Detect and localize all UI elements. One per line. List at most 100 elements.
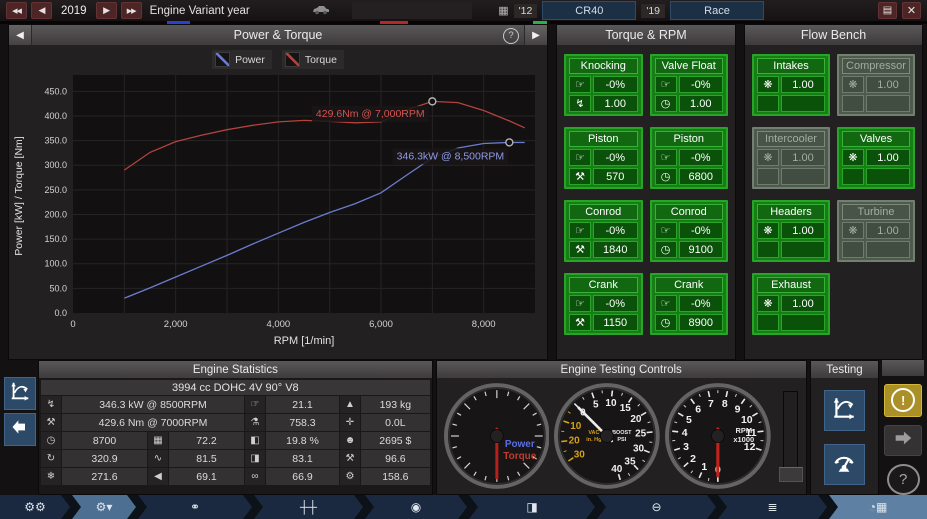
- empty-cell: [757, 168, 779, 185]
- crank-mass-card[interactable]: Crank ☞ -0% ⚒ 1150: [564, 273, 643, 335]
- fan-icon: ❋: [842, 149, 864, 166]
- legend-power-toggle[interactable]: Power: [212, 50, 272, 69]
- empty-cell: [781, 95, 825, 112]
- weight-icon: ▲: [340, 396, 360, 413]
- exhaust-card[interactable]: Exhaust ❋ 1.00: [752, 273, 830, 335]
- intakes-card[interactable]: Intakes ❋ 1.00: [752, 54, 830, 116]
- run-dyno-button[interactable]: [823, 444, 865, 485]
- table-row: ◷ 8700 ▦ 72.2 ◧ 19.8 % ☻ 2695 $: [41, 432, 430, 449]
- emissions-icon: ❄: [41, 468, 61, 485]
- rpm-limit-icon: ◷: [41, 432, 61, 449]
- engine-family-tab[interactable]: ⚙⚙: [0, 495, 70, 519]
- table-row: ❄ 271.6 ◀ 69.1 ∞ 66.9 ⚙ 158.6: [41, 468, 430, 485]
- right-rail: ! ?: [882, 360, 924, 496]
- svg-text:429.6Nm @ 7,000RPM: 429.6Nm @ 7,000RPM: [316, 108, 425, 120]
- svg-text:4,000: 4,000: [266, 319, 290, 330]
- fuel-system-tab[interactable]: ◨: [469, 495, 595, 519]
- menu-button[interactable]: ▤: [878, 2, 897, 19]
- help-icon[interactable]: ?: [503, 27, 519, 44]
- chart-next-button[interactable]: ▶: [524, 25, 547, 45]
- throttle-slider[interactable]: [779, 391, 804, 482]
- aspiration-tab[interactable]: ◉: [365, 495, 467, 519]
- close-button[interactable]: ✕: [902, 2, 921, 19]
- wrench-icon: ⚒: [569, 314, 591, 331]
- svg-text:20: 20: [569, 436, 581, 447]
- svg-text:100.0: 100.0: [44, 259, 67, 269]
- bottom-end-tab[interactable]: ⚭: [138, 495, 252, 519]
- economy-value: 66.9: [266, 468, 339, 485]
- help-button[interactable]: ?: [886, 463, 920, 496]
- knock-icon: ☞: [569, 295, 591, 312]
- svg-text:8,000: 8,000: [472, 319, 496, 330]
- crank-rpm-card[interactable]: Crank ☞ -0% ◷ 8900: [649, 273, 728, 335]
- conrod-mass-card[interactable]: Conrod ☞ -0% ⚒ 1840: [564, 200, 643, 262]
- chart-prev-button[interactable]: ◀: [9, 25, 32, 45]
- legend-power-label: Power: [235, 53, 265, 66]
- empty-cell: [842, 95, 864, 112]
- dyno-gauge: PowerTorque: [443, 383, 550, 489]
- fan-icon: ❋: [842, 76, 864, 93]
- svg-text:346.3kW @ 8,500RPM: 346.3kW @ 8,500RPM: [397, 150, 505, 162]
- svg-text:2: 2: [690, 454, 696, 465]
- tooling-value: 96.6: [361, 450, 430, 467]
- trim-tab[interactable]: Race: [670, 1, 764, 20]
- power-curve-icon: [9, 380, 31, 407]
- torque-rpm-header: Torque & RPM: [557, 25, 735, 45]
- flow-bench-header: Flow Bench: [745, 25, 922, 45]
- knock-percent: -0%: [678, 222, 723, 239]
- dyno-checker-icon: ◔▦: [868, 500, 888, 514]
- legend-torque-toggle[interactable]: Torque: [281, 50, 344, 69]
- back-to-design-button[interactable]: [4, 413, 36, 446]
- right-arrow-icon: [892, 430, 914, 451]
- graph-view-button[interactable]: [4, 377, 36, 410]
- throttle-slider-area: [776, 378, 806, 494]
- crankshaft-icon: ┼┼: [299, 500, 317, 514]
- year-tag-right[interactable]: '19: [641, 3, 665, 18]
- loudness-icon: ◀: [148, 468, 168, 485]
- left-nav-icon: ◀: [16, 29, 24, 41]
- year-tag-left[interactable]: '12: [513, 3, 538, 18]
- piston-rpm-card[interactable]: Piston ☞ -0% ◷ 6800: [649, 127, 728, 189]
- engineering-icon: ☻: [340, 432, 360, 449]
- svg-text:250.0: 250.0: [44, 185, 67, 195]
- headers-card[interactable]: Headers ❋ 1.00: [752, 200, 830, 262]
- forward-button[interactable]: ▶: [95, 2, 117, 19]
- valves-card[interactable]: Valves ❋ 1.00: [837, 127, 915, 189]
- card-title: Piston: [569, 131, 638, 147]
- knock-icon: ☞: [245, 396, 265, 413]
- exhaust-tip-tab[interactable]: ≣: [718, 495, 827, 519]
- exhaust-tab[interactable]: ⊖: [597, 495, 716, 519]
- knock-percent: -0%: [678, 149, 723, 166]
- step-back-button[interactable]: ◀◀: [6, 2, 27, 19]
- flow-value: 1.00: [866, 222, 910, 239]
- conrod-rpm-card[interactable]: Conrod ☞ -0% ◷ 9100: [649, 200, 728, 262]
- card-title: Valve Float: [654, 58, 723, 74]
- engine-variant-tab[interactable]: ⚙▾: [72, 495, 136, 519]
- fan-icon: ❋: [842, 222, 864, 239]
- valve-float-card[interactable]: Valve Float ☞ -0% ◷ 1.00: [649, 54, 728, 116]
- conrod-icon: ⚭: [189, 500, 201, 514]
- testing-controls-header: Engine Testing Controls: [436, 361, 806, 378]
- flow-value: 1.00: [781, 149, 825, 166]
- warnings-button[interactable]: !: [884, 383, 923, 417]
- svg-text:3: 3: [683, 442, 689, 453]
- responsiveness-icon: ↻: [41, 450, 61, 467]
- run-power-curve-button[interactable]: [823, 390, 865, 431]
- knocking-card[interactable]: Knocking ☞ -0% ↯ 1.00: [564, 54, 643, 116]
- fan-icon: ❋: [757, 76, 779, 93]
- test-results-tab[interactable]: ◔▦: [829, 495, 927, 519]
- model-tab[interactable]: CR40: [542, 1, 637, 20]
- empty-cell: [866, 241, 910, 258]
- svg-text:Power [kW] / Torque [Nm]: Power [kW] / Torque [Nm]: [13, 136, 25, 256]
- top-end-tab[interactable]: ┼┼: [254, 495, 363, 519]
- step-forward-button[interactable]: ▶▶: [120, 2, 142, 19]
- muffler-icon: ⊖: [651, 500, 662, 514]
- throttle-slider-handle[interactable]: [779, 467, 804, 482]
- peak-torque-value: 429.6 Nm @ 7000RPM: [62, 414, 244, 431]
- back-button[interactable]: ◀: [31, 2, 52, 19]
- empty-cell: [781, 241, 825, 258]
- testing-panel: Testing: [809, 360, 880, 495]
- knock-percent: -0%: [678, 76, 723, 93]
- piston-mass-card[interactable]: Piston ☞ -0% ⚒ 570: [564, 127, 643, 189]
- next-step-button[interactable]: [884, 424, 923, 456]
